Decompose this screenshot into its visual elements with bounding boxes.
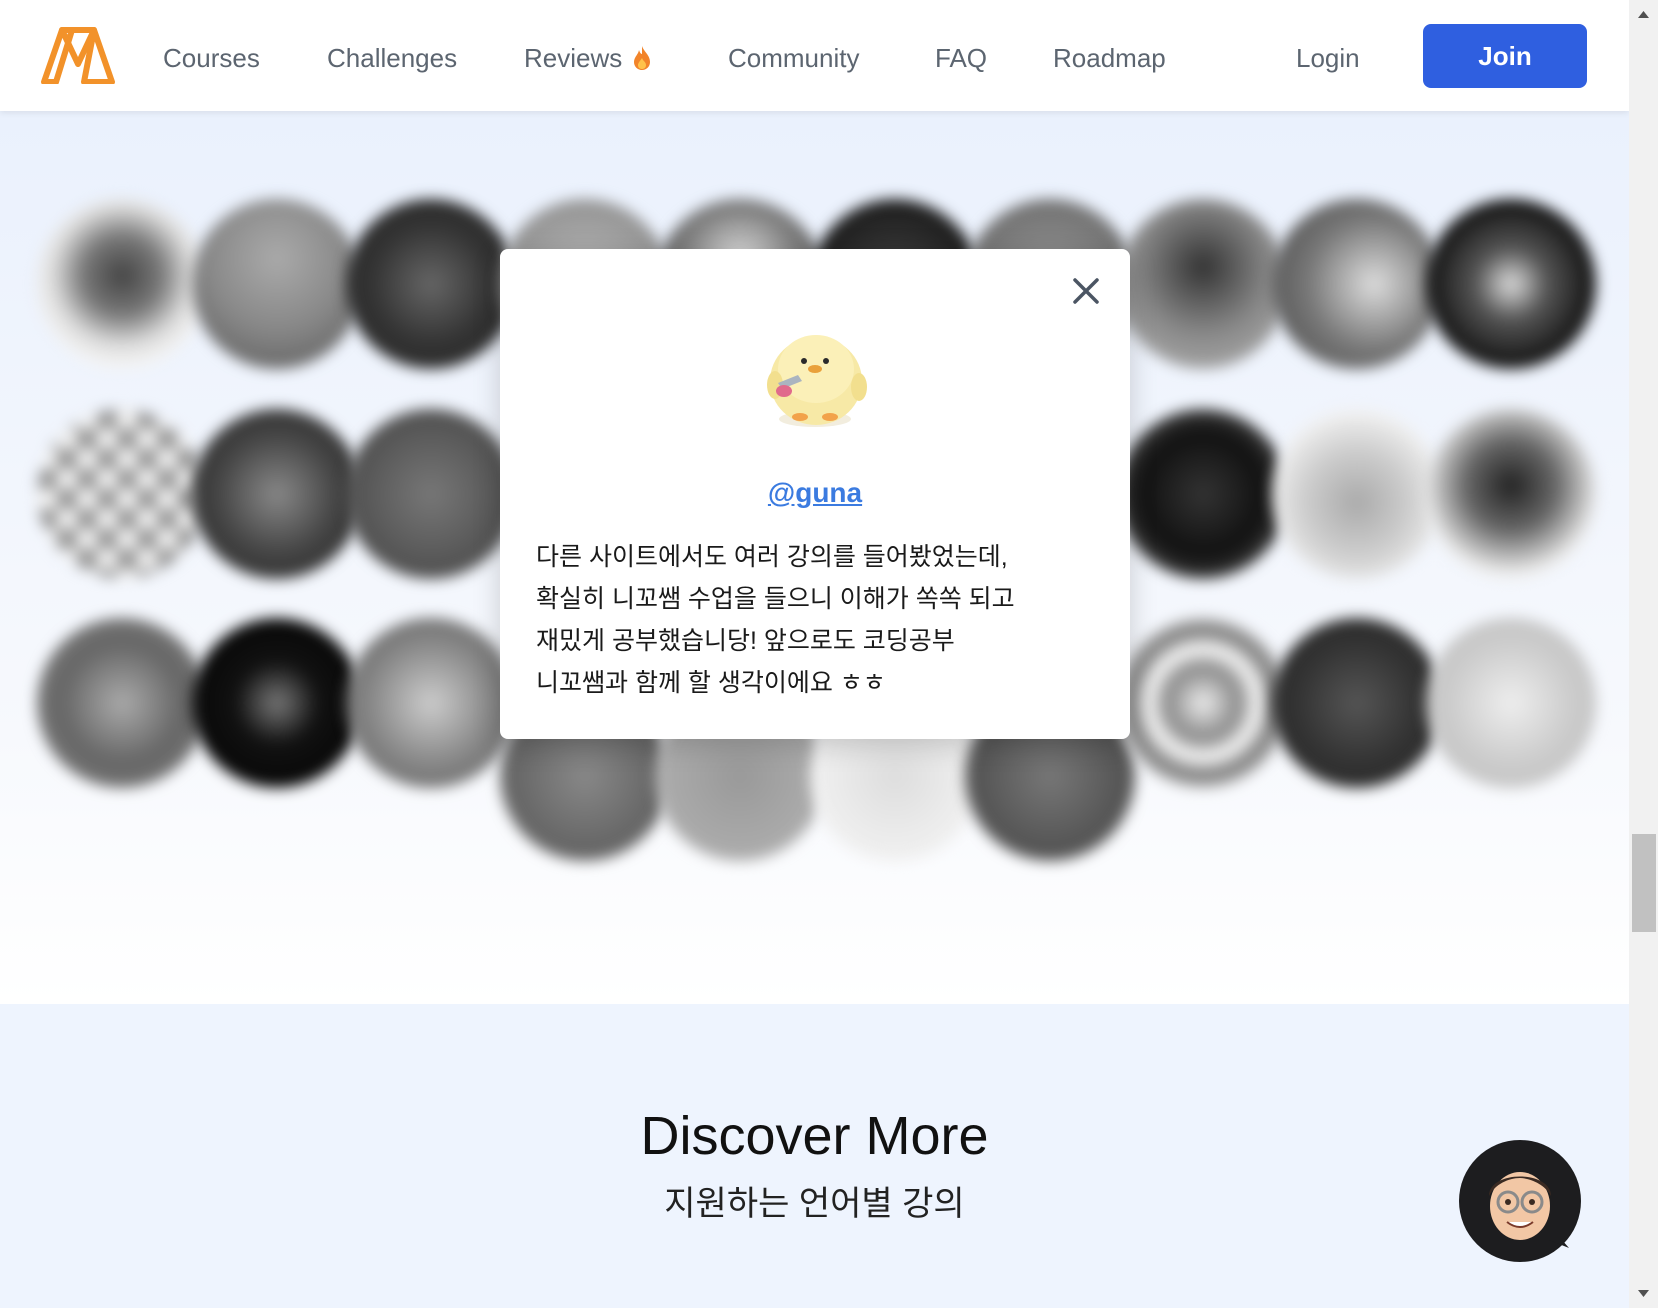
login-link[interactable]: Login bbox=[1296, 40, 1360, 76]
reviewer-avatar[interactable] bbox=[1118, 199, 1288, 369]
page-scrollbar[interactable] bbox=[1629, 0, 1658, 1308]
reviewer-avatar[interactable] bbox=[346, 199, 516, 369]
close-icon[interactable] bbox=[1070, 275, 1102, 307]
reviewer-avatar[interactable] bbox=[1426, 618, 1596, 788]
nav-faq[interactable]: FAQ bbox=[935, 40, 987, 76]
reviewer-avatar[interactable] bbox=[192, 618, 362, 788]
discover-section: Discover More 지원하는 언어별 강의 bbox=[0, 1004, 1629, 1308]
flame-icon bbox=[634, 46, 651, 70]
review-line: 확실히 니꼬쌤 수업을 들으니 이해가 쏙쏙 되고 bbox=[536, 585, 1015, 613]
page: Courses Challenges Reviews Community FAQ… bbox=[0, 0, 1629, 1308]
nav-reviews[interactable]: Reviews bbox=[524, 40, 652, 76]
discover-title: Discover More bbox=[640, 1106, 989, 1166]
scroll-up-icon[interactable] bbox=[1629, 4, 1658, 24]
review-line: 다른 사이트에서도 여러 강의를 들어봤었는데, bbox=[536, 543, 1008, 571]
reviewer-avatar[interactable] bbox=[346, 618, 516, 788]
reviewer-avatar[interactable] bbox=[192, 199, 362, 369]
nav-courses[interactable]: Courses bbox=[163, 40, 260, 76]
reviewer-avatar[interactable] bbox=[37, 199, 207, 369]
review-line: 니꼬쌤과 함께 할 생각이에요 ㅎㅎ bbox=[536, 669, 886, 697]
nav-community[interactable]: Community bbox=[728, 40, 859, 76]
review-line: 재밌게 공부했습니당! 앞으로도 코딩공부 bbox=[536, 627, 955, 655]
reviewer-avatar[interactable] bbox=[1426, 199, 1596, 369]
reviewer-avatar[interactable] bbox=[37, 409, 207, 579]
reviewer-avatar[interactable] bbox=[192, 409, 362, 579]
reviewer-avatar[interactable] bbox=[1118, 618, 1288, 788]
reviewer-avatar[interactable] bbox=[37, 618, 207, 788]
duck-avatar bbox=[767, 335, 867, 427]
discover-subtitle: 지원하는 언어별 강의 bbox=[664, 1185, 965, 1223]
review-text: 다른 사이트에서도 여러 강의를 들어봤었는데, 확실히 니꼬쌤 수업을 들으니… bbox=[536, 536, 1096, 704]
reviewer-avatar[interactable] bbox=[1118, 409, 1288, 579]
logo-icon[interactable] bbox=[40, 26, 116, 84]
reviewer-avatar[interactable] bbox=[1426, 409, 1596, 579]
reviewer-avatar[interactable] bbox=[1272, 199, 1442, 369]
review-modal: @guna 다른 사이트에서도 여러 강의를 들어봤었는데, 확실히 니꼬쌤 수… bbox=[500, 249, 1130, 739]
nav-challenges[interactable]: Challenges bbox=[327, 40, 457, 76]
chat-avatar bbox=[1460, 1141, 1580, 1261]
nav-roadmap[interactable]: Roadmap bbox=[1053, 40, 1166, 76]
review-username-link[interactable]: @guna bbox=[500, 477, 1130, 509]
join-button[interactable]: Join bbox=[1423, 24, 1587, 88]
reviewer-avatar[interactable] bbox=[1272, 409, 1442, 579]
nav-reviews-label: Reviews bbox=[524, 43, 623, 73]
chat-button[interactable] bbox=[1459, 1140, 1581, 1262]
scroll-down-icon[interactable] bbox=[1629, 1284, 1658, 1304]
reviewer-avatar[interactable] bbox=[1272, 618, 1442, 788]
reviewer-avatar[interactable] bbox=[346, 409, 516, 579]
site-header: Courses Challenges Reviews Community FAQ… bbox=[0, 0, 1629, 111]
scroll-thumb[interactable] bbox=[1632, 834, 1656, 932]
